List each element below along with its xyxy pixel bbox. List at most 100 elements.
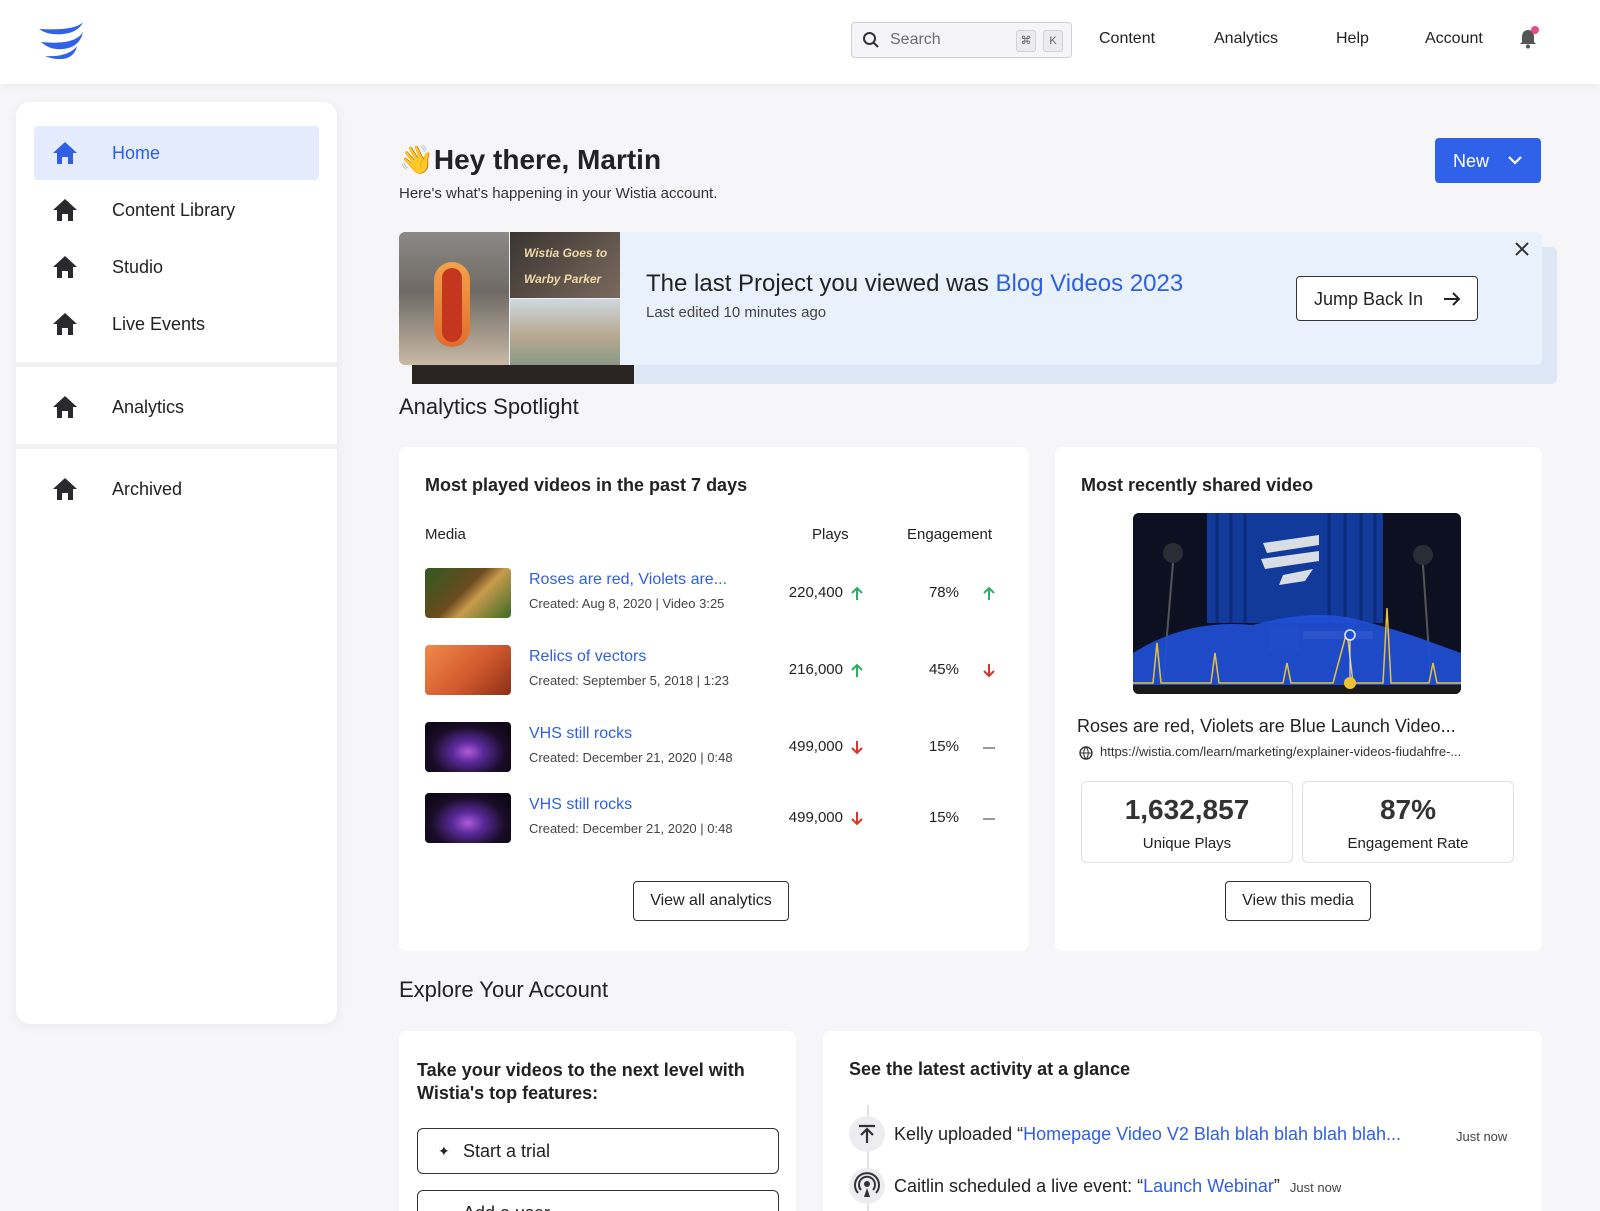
search-box[interactable]: Search ⌘ K: [851, 22, 1072, 58]
top-bar: Search ⌘ K Content Analytics Help Accoun…: [0, 0, 1600, 84]
sidebar-item-label: Archived: [112, 479, 183, 499]
video-meta: Created: Aug 8, 2020 | Video 3:25: [529, 596, 725, 611]
page-title: 👋Hey there, Martin: [399, 144, 662, 175]
page-subtitle: Here's what's happening in your Wistia a…: [399, 185, 718, 202]
upload-icon: [849, 1116, 885, 1152]
nav-account[interactable]: Account: [1425, 30, 1483, 48]
video-title-link[interactable]: Relics of vectors: [529, 648, 646, 666]
video-player-thumbnail[interactable]: [1133, 513, 1461, 694]
sidebar-item-live-events[interactable]: Live Events: [34, 297, 319, 351]
search-icon: [863, 32, 879, 48]
video-thumbnail: [425, 722, 511, 772]
trend-down-icon: [851, 812, 863, 826]
jump-back-in-button[interactable]: Jump Back In: [1296, 276, 1478, 321]
engagement-value: 15%: [928, 738, 959, 755]
sidebar-item-analytics[interactable]: Analytics: [34, 380, 319, 434]
column-header-plays: Plays: [812, 526, 849, 543]
shared-video-title[interactable]: Roses are red, Violets are Blue Launch V…: [1077, 716, 1456, 737]
video-thumbnail: [425, 645, 511, 695]
activity-link[interactable]: Homepage Video V2 Blah blah blah blah bl…: [1023, 1124, 1401, 1144]
activity-item: Caitlin scheduled a live event: “Launch …: [849, 1168, 1509, 1208]
most-played-card: Most played videos in the past 7 days Me…: [399, 447, 1029, 951]
banner-thumb-strip: [412, 365, 634, 384]
shortcut-key-cmd: ⌘: [1016, 30, 1036, 52]
project-thumbnail-warby: Wistia Goes to Warby Parker: [510, 232, 620, 298]
search-placeholder: Search: [890, 31, 941, 48]
chevron-down-icon: [1508, 156, 1522, 165]
column-header-media: Media: [425, 526, 466, 543]
trend-flat-icon: [983, 818, 995, 820]
engagement-value: 78%: [928, 584, 959, 601]
stat-engagement-rate: 87% Engagement Rate: [1302, 781, 1514, 863]
video-thumbnail: [425, 568, 511, 618]
home-icon: [53, 199, 77, 221]
hotdog-image: [434, 262, 470, 347]
home-icon: [53, 142, 77, 164]
sparkle-icon: ✦: [438, 1143, 450, 1159]
video-meta: Created: September 5, 2018 | 1:23: [529, 673, 729, 688]
card-title: Take your videos to the next level with …: [417, 1060, 745, 1103]
trend-up-icon: [983, 586, 995, 600]
home-icon: [53, 396, 77, 418]
table-row[interactable]: VHS still rocks Created: December 21, 20…: [399, 793, 1027, 853]
sidebar-item-home[interactable]: Home: [34, 126, 319, 180]
notification-dot: [1531, 26, 1539, 34]
nav-analytics[interactable]: Analytics: [1214, 30, 1278, 48]
nav-content[interactable]: Content: [1099, 30, 1155, 48]
table-row[interactable]: VHS still rocks Created: December 21, 20…: [399, 722, 1027, 782]
sidebar-divider: [16, 362, 337, 367]
shared-video-url[interactable]: https://wistia.com/learn/marketing/expla…: [1100, 744, 1461, 759]
add-user-button[interactable]: ● Add a user: [417, 1190, 779, 1211]
video-title-link[interactable]: VHS still rocks: [529, 725, 632, 743]
table-row[interactable]: Relics of vectors Created: September 5, …: [399, 645, 1027, 705]
activity-time: Just now: [1456, 1129, 1508, 1144]
video-title-link[interactable]: VHS still rocks: [529, 796, 632, 814]
view-this-media-button[interactable]: View this media: [1225, 881, 1371, 921]
plays-value: 499,000: [788, 809, 843, 826]
explore-heading: Explore Your Account: [399, 977, 609, 1002]
sidebar: Home Content Library Studio Live Events …: [16, 102, 337, 1024]
table-row[interactable]: Roses are red, Violets are... Created: A…: [399, 568, 1027, 628]
project-thumbnail-hotdog: [399, 232, 509, 365]
home-icon: [53, 478, 77, 500]
notifications-button[interactable]: [1518, 26, 1539, 50]
engagement-value: 15%: [928, 809, 959, 826]
thumbnail-caption: Wistia Goes to Warby Parker: [524, 246, 608, 286]
sidebar-item-label: Analytics: [112, 397, 185, 417]
trend-down-icon: [983, 664, 995, 678]
sidebar-item-label: Content Library: [112, 200, 236, 220]
plays-value: 220,400: [788, 584, 843, 601]
column-header-engagement: Engagement: [907, 526, 993, 543]
globe-icon: [1079, 746, 1093, 760]
wistia-logo-icon[interactable]: [37, 20, 85, 60]
stat-value: 87%: [1379, 794, 1437, 825]
plays-value: 499,000: [788, 738, 843, 755]
activity-link[interactable]: Launch Webinar: [1143, 1176, 1274, 1196]
card-title: See the latest activity at a glance: [849, 1059, 1131, 1079]
sidebar-item-studio[interactable]: Studio: [34, 240, 319, 294]
video-title-link[interactable]: Roses are red, Violets are...: [529, 571, 727, 589]
video-preview-graphic: [1133, 513, 1461, 694]
stat-unique-plays: 1,632,857 Unique Plays: [1081, 781, 1293, 863]
user-icon: ●: [438, 1205, 446, 1211]
shortcut-key-k: K: [1043, 30, 1063, 52]
close-icon[interactable]: [1514, 241, 1530, 257]
sidebar-item-content-library[interactable]: Content Library: [34, 183, 319, 237]
view-all-analytics-button[interactable]: View all analytics: [633, 881, 789, 921]
nav-help[interactable]: Help: [1336, 30, 1369, 48]
start-trial-button[interactable]: ✦ Start a trial: [417, 1128, 779, 1174]
analytics-spotlight-heading: Analytics Spotlight: [399, 394, 579, 419]
banner-edited-time: Last edited 10 minutes ago: [646, 304, 827, 321]
video-meta: Created: December 21, 2020 | 0:48: [529, 750, 733, 765]
new-button[interactable]: New: [1435, 138, 1541, 183]
home-icon: [53, 256, 77, 278]
sidebar-item-archived[interactable]: Archived: [34, 462, 319, 516]
live-broadcast-icon: [849, 1168, 885, 1204]
stat-label: Unique Plays: [1142, 835, 1232, 852]
project-link[interactable]: Blog Videos 2023: [996, 270, 1184, 297]
stat-value: 1,632,857: [1124, 794, 1250, 825]
stat-label: Engagement Rate: [1347, 835, 1469, 852]
trend-up-icon: [851, 586, 863, 600]
features-card: Take your videos to the next level with …: [399, 1031, 796, 1211]
sidebar-divider: [16, 444, 337, 449]
